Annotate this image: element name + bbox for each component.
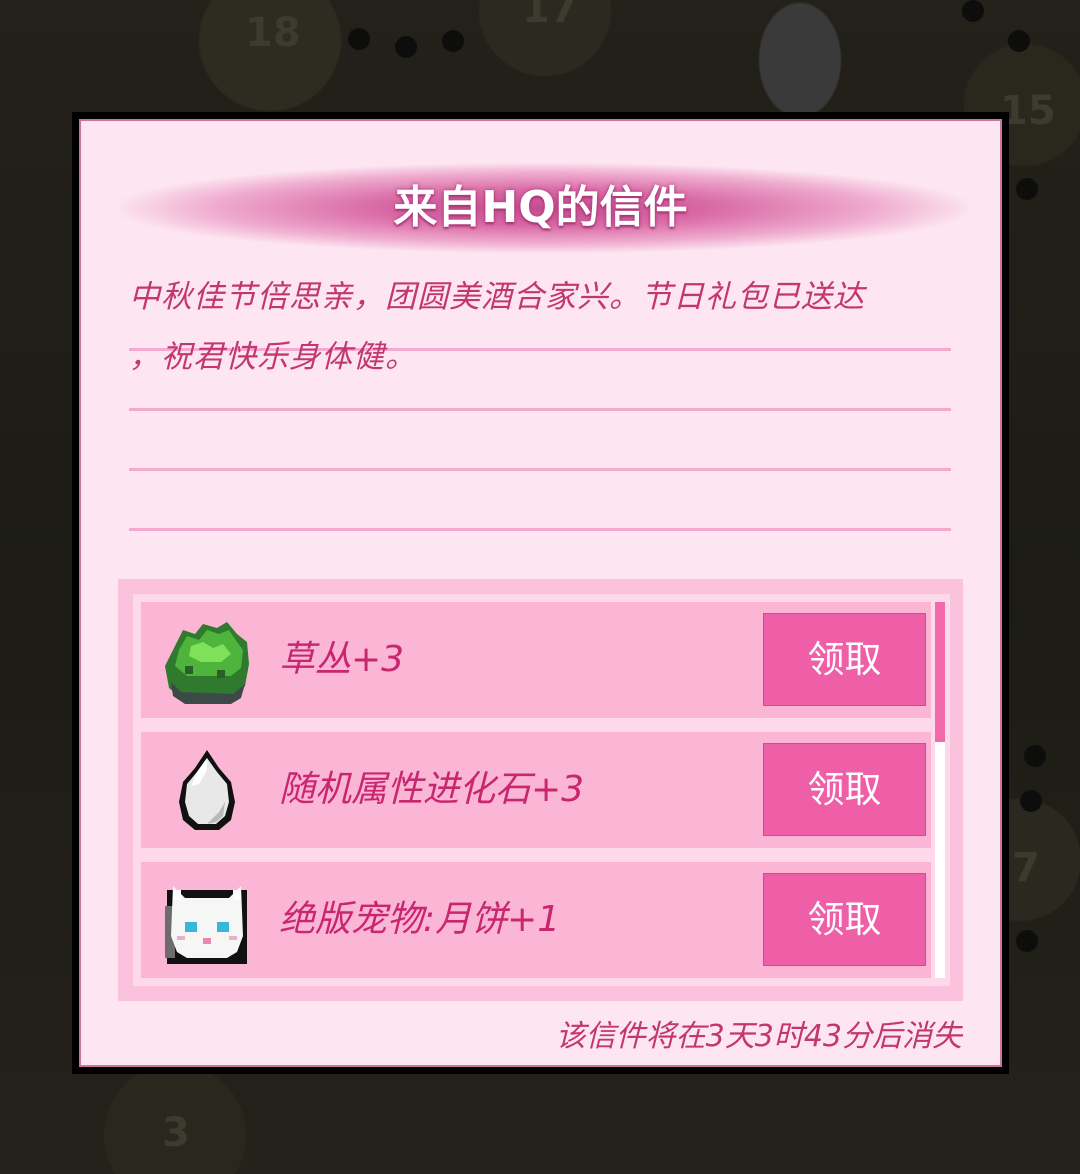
claim-button[interactable]: 领取 (763, 613, 926, 706)
map-dot (395, 36, 417, 58)
evolution-stone-icon (179, 750, 235, 830)
claim-button[interactable]: 领取 (763, 873, 926, 966)
map-number: 18 (245, 10, 301, 56)
map-number: 3 (162, 1110, 190, 1156)
scrollbar-thumb[interactable] (935, 602, 945, 742)
map-dot (1016, 178, 1038, 200)
scrollbar[interactable] (935, 602, 945, 978)
map-dot (962, 0, 984, 22)
map-dot (348, 28, 370, 50)
map-number: 17 (522, 0, 578, 32)
reward-item: 草丛+3 领取 (141, 602, 931, 718)
map-dot (1020, 790, 1042, 812)
claim-button[interactable]: 领取 (763, 743, 926, 836)
reward-list: 草丛+3 领取 随机属性进化石+3 领取 绝版宠物:月饼+1 领取 (118, 579, 963, 1001)
ruled-line (129, 411, 951, 471)
reward-item: 绝版宠物:月饼+1 领取 (141, 862, 931, 978)
map-dot (1016, 930, 1038, 952)
message-line: 中秋佳节倍思亲，团圆美酒合家兴。节日礼包已送达 (129, 279, 865, 315)
reward-list-scroll[interactable]: 草丛+3 领取 随机属性进化石+3 领取 绝版宠物:月饼+1 领取 (133, 594, 950, 986)
grass-bush-icon (165, 622, 249, 704)
letter-title: 来自HQ的信件 (393, 182, 688, 233)
reward-name: 草丛+3 (279, 639, 405, 680)
letter-paper: 来自HQ的信件 中秋佳节倍思亲，团圆美酒合家兴。节日礼包已送达 ，祝君快乐身体健… (79, 119, 1002, 1067)
reward-name: 随机属性进化石+3 (279, 769, 585, 810)
map-number: 7 (1012, 845, 1040, 891)
reward-name: 绝版宠物:月饼+1 (279, 899, 561, 940)
expire-notice: 该信件将在3天3时43分后消失 (555, 1019, 962, 1054)
message-line: ，祝君快乐身体健。 (129, 339, 417, 375)
ruled-line (129, 471, 951, 531)
white-cat-pet-icon (165, 886, 247, 964)
letter-message: 中秋佳节倍思亲，团圆美酒合家兴。节日礼包已送达 ，祝君快乐身体健。 (129, 267, 951, 387)
map-dot (442, 30, 464, 52)
letter-dialog: 来自HQ的信件 中秋佳节倍思亲，团圆美酒合家兴。节日礼包已送达 ，祝君快乐身体健… (72, 112, 1009, 1074)
reward-item: 随机属性进化石+3 领取 (141, 732, 931, 848)
map-dot (1008, 30, 1030, 52)
map-dot (1024, 745, 1046, 767)
